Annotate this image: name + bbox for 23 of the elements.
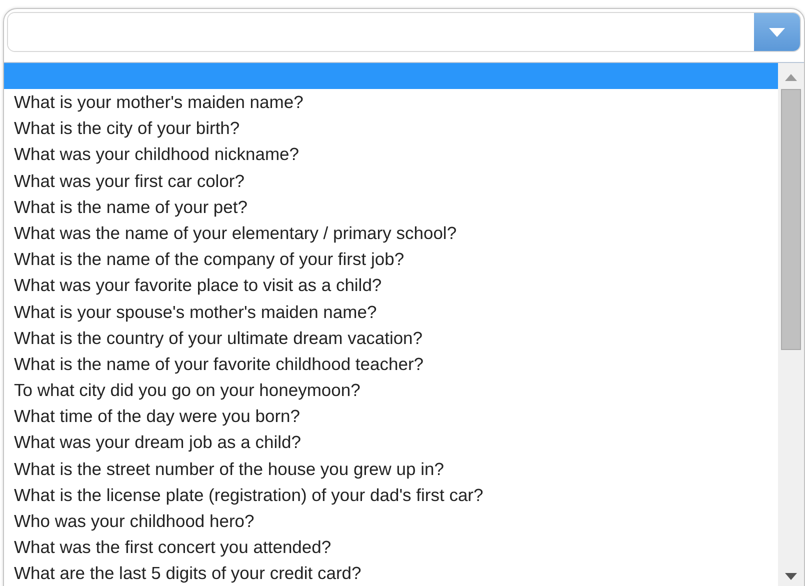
scroll-down-icon[interactable] [785, 573, 797, 580]
option-item[interactable]: What was your first car color? [4, 168, 778, 194]
option-item[interactable]: To what city did you go on your honeymoon? [4, 377, 778, 404]
option-item[interactable]: Who was your childhood hero? [4, 508, 778, 534]
option-item[interactable]: What is the name of your pet? [4, 194, 778, 220]
scrollbar-thumb[interactable] [781, 89, 801, 350]
option-item[interactable]: What was your childhood nickname? [4, 141, 778, 168]
option-item[interactable]: What is the city of your birth? [4, 115, 778, 142]
option-item[interactable]: What is the license plate (registration) of your dad's first car? [4, 482, 778, 508]
option-item[interactable]: What is the name of your favorite childhood teacher? [4, 350, 778, 378]
scroll-up-icon[interactable] [785, 74, 797, 81]
option-item[interactable]: What was your dream job as a child? [4, 429, 778, 456]
option-item[interactable]: What are the last 5 digits of your credit card? [4, 560, 778, 586]
option-item[interactable]: What was your favorite place to visit as a child? [4, 272, 778, 298]
option-item[interactable]: What was the first concert you attended? [4, 534, 778, 560]
scrollbar[interactable] [778, 63, 804, 586]
option-item[interactable]: What is your spouse's mother's maiden name? [4, 298, 778, 325]
option-item[interactable]: What is the street number of the house you grew up in? [4, 456, 778, 482]
option-item[interactable]: What was the name of your elementary / primary school? [4, 220, 778, 246]
option-item[interactable]: What is the name of the company of your first job? [4, 246, 778, 272]
option-item[interactable]: What time of the day were you born? [4, 403, 778, 430]
option-item[interactable]: What is the country of your ultimate dream vacation? [4, 324, 778, 351]
option-item[interactable]: What is your mother's maiden name? [4, 89, 778, 116]
